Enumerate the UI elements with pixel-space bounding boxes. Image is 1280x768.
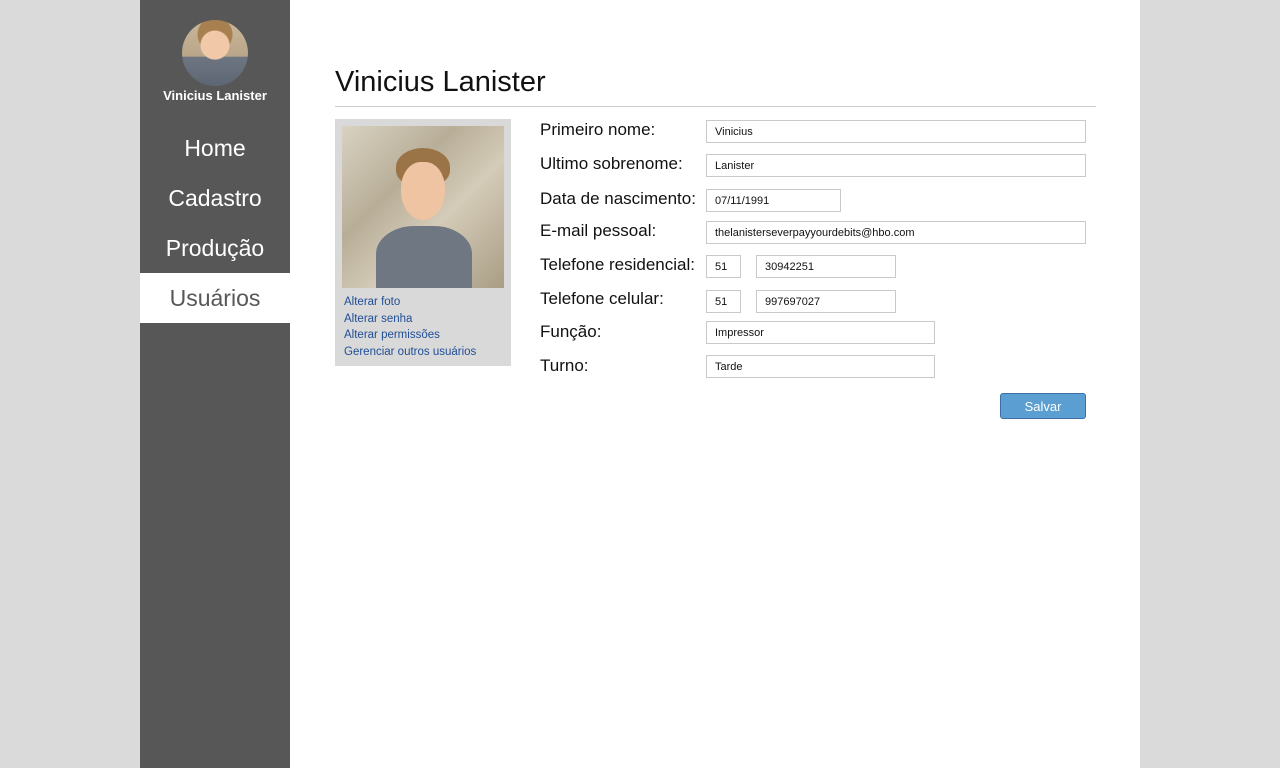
- avatar: [182, 20, 248, 86]
- role-label: Função:: [540, 322, 602, 341]
- sidebar-item-cadastro[interactable]: Cadastro: [140, 173, 290, 223]
- cell-phone-label: Telefone celular:: [540, 289, 664, 308]
- photo-face-shape: [401, 162, 445, 220]
- change-permissions-link[interactable]: Alterar permissões: [344, 327, 476, 344]
- home-phone-area-input[interactable]: [706, 255, 741, 278]
- shift-label: Turno:: [540, 356, 589, 375]
- sidebar-item-usuarios[interactable]: Usuários: [140, 273, 290, 323]
- shift-input[interactable]: [706, 355, 935, 378]
- page-title: Vinicius Lanister: [335, 66, 546, 98]
- photo-body-shape: [376, 226, 472, 288]
- birth-date-input[interactable]: [706, 189, 841, 212]
- sidebar-nav: Home Cadastro Produção Usuários: [140, 123, 290, 323]
- cell-phone-number-input[interactable]: [756, 290, 896, 313]
- title-divider: [335, 106, 1096, 107]
- app-window: Vinicius Lanister Home Cadastro Produção…: [140, 0, 1140, 768]
- profile-actions: Alterar foto Alterar senha Alterar permi…: [344, 294, 476, 361]
- email-label: E-mail pessoal:: [540, 221, 657, 240]
- home-phone-number-input[interactable]: [756, 255, 896, 278]
- role-input[interactable]: [706, 321, 935, 344]
- profile-photo-panel: Alterar foto Alterar senha Alterar permi…: [335, 119, 511, 366]
- first-name-input[interactable]: [706, 120, 1086, 143]
- last-name-input[interactable]: [706, 154, 1086, 177]
- email-input[interactable]: [706, 221, 1086, 244]
- sidebar-item-home[interactable]: Home: [140, 123, 290, 173]
- sidebar: Vinicius Lanister Home Cadastro Produção…: [140, 0, 290, 768]
- save-button[interactable]: Salvar: [1000, 393, 1086, 419]
- home-phone-label: Telefone residencial:: [540, 255, 695, 274]
- sidebar-item-producao[interactable]: Produção: [140, 223, 290, 273]
- change-photo-link[interactable]: Alterar foto: [344, 294, 476, 311]
- birth-date-label: Data de nascimento:: [540, 189, 696, 208]
- change-password-link[interactable]: Alterar senha: [344, 311, 476, 328]
- profile-photo: [342, 126, 504, 288]
- manage-users-link[interactable]: Gerenciar outros usuários: [344, 344, 476, 361]
- profile-photo-person: [376, 148, 472, 288]
- cell-phone-area-input[interactable]: [706, 290, 741, 313]
- first-name-label: Primeiro nome:: [540, 120, 656, 139]
- sidebar-user-name: Vinicius Lanister: [163, 88, 267, 103]
- last-name-label: Ultimo sobrenome:: [540, 154, 683, 173]
